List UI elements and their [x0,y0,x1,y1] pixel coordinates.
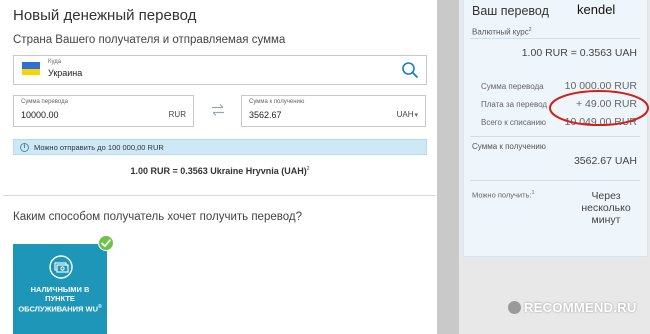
summary-can-get-label: Можно получить:1 [472,190,534,200]
summary-receive-label: Сумма к получению [472,142,546,151]
exchange-rate-text: 1.00 RUR = 0.3563 Ukraine Hryvnia (UAH) [130,166,307,176]
watermark-text: RECOMMEND.RU [524,300,637,315]
send-currency: RUR [168,110,186,119]
delivery-method-question: Каким способом получатель хочет получить… [13,211,302,223]
summary-rate-footnote: 2 [528,27,532,33]
summary-divider [470,38,640,39]
summary-can-get-value: Через несколько минут [575,190,637,226]
send-amount-value: 10000.00 [21,110,59,120]
cash-icon [49,255,73,279]
info-banner: i Можно отправить до 100 000,00 RUR [13,139,427,155]
send-amount-input[interactable]: Сумма перевода 10000.00 RUR [13,95,194,127]
delivery-method-mark: ® [98,304,102,310]
summary-rate-value: 1.00 RUR = 0.3563 UAH [521,47,637,59]
summary-can-get-line: несколько [581,202,631,214]
summary-title: Ваш перевод [472,4,549,18]
delivery-method-cash-card[interactable]: Наличными в пункте обслуживания WU® [13,244,107,334]
annotation-ellipse [549,90,649,126]
gutter [437,0,459,334]
summary-receive-value: 3562.67 UAH [573,155,637,167]
delivery-method-text: Наличными в пункте обслуживания WU [18,285,98,314]
watermark: RECOMMEND.RU [508,300,637,315]
summary-rate-label: Валютный курс2 [472,27,532,37]
ukraine-flag-icon [22,62,40,75]
country-select[interactable]: Куда Украина [13,55,427,85]
country-field-value: Украина [48,68,83,78]
chevron-down-icon: ▾ [414,112,418,119]
info-icon: i [20,143,29,152]
summary-divider [470,136,640,137]
summary-can-get-footnote: 1 [531,190,535,196]
summary-can-get-line: минут [591,214,621,226]
summary-can-get-text: Можно получить: [472,190,532,200]
receive-currency-select[interactable]: UAH▾ [397,110,418,119]
check-icon [98,235,114,251]
watermark-logo-icon [508,301,521,314]
section-divider [3,195,436,196]
search-icon[interactable] [401,61,419,79]
country-section-label: Страна Вашего получателя и отправляемая … [13,34,286,46]
summary-divider [470,180,640,181]
send-amount-label: Сумма перевода [21,99,68,105]
info-text: Можно отправить до 100 000,00 RUR [34,143,164,152]
summary-rate-label-text: Валютный курс [472,27,529,37]
receive-amount-value: 3562.67 [249,110,282,120]
username: kendel [577,2,616,17]
page-title: Новый денежный перевод [13,7,197,24]
swap-icon[interactable] [210,103,226,117]
receive-currency: UAH [396,110,414,119]
receive-amount-label: Сумма к получению [249,99,305,105]
country-field-label: Куда [48,59,62,65]
delivery-method-label: Наличными в пункте обслуживания WU® [17,285,103,314]
exchange-rate-footnote: 2 [306,166,310,172]
receive-amount-input[interactable]: Сумма к получению 3562.67 UAH▾ [241,95,426,127]
summary-can-get-line: Через [591,190,621,202]
exchange-rate-line: 1.00 RUR = 0.3563 Ukraine Hryvnia (UAH)2 [0,166,440,176]
